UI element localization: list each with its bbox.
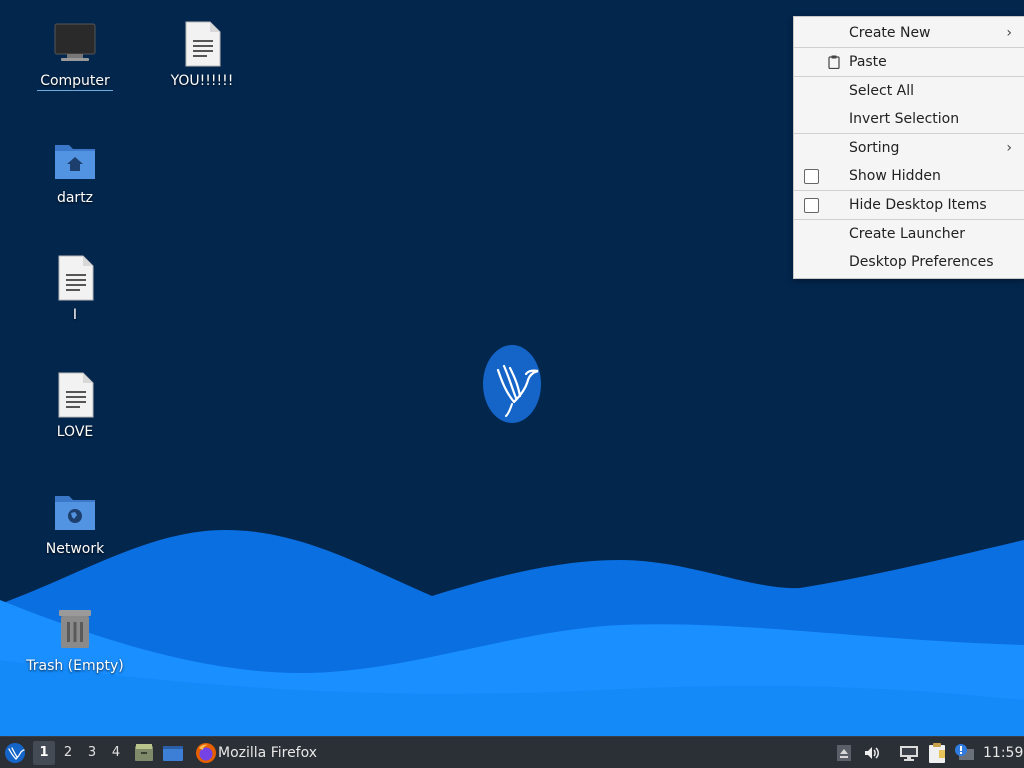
menu-item-create-launcher[interactable]: Create Launcher (794, 220, 1024, 248)
chevron-right-icon: › (1006, 25, 1012, 41)
volume-icon[interactable] (863, 744, 881, 762)
hide-desktop-items-checkbox[interactable] (804, 198, 819, 213)
menu-item-label: Show Hidden (849, 168, 941, 184)
firefox-icon (196, 743, 216, 763)
text-file-icon (185, 21, 221, 67)
menu-item-label: Invert Selection (849, 111, 960, 127)
desktop-icon-label: YOU!!!!!! (170, 73, 234, 89)
desktop-icon-computer[interactable]: Computer (20, 20, 130, 91)
menu-item-label: Sorting (849, 140, 900, 156)
network-folder-icon (55, 496, 95, 530)
taskbar: 1 2 3 4 Mozilla Firefox 11:59 (0, 736, 1024, 768)
menu-item-select-all[interactable]: Select All (794, 77, 1024, 105)
desktop-icon-network[interactable]: Network (20, 488, 130, 558)
text-file-icon (58, 372, 94, 418)
workspace-4-button[interactable]: 4 (105, 741, 127, 765)
home-folder-icon (55, 145, 95, 179)
clipboard-icon[interactable] (927, 742, 947, 764)
menu-item-hide-desktop-items[interactable]: Hide Desktop Items (794, 191, 1024, 219)
desktop-icon-label: I (72, 307, 78, 323)
taskbar-window-firefox[interactable]: Mozilla Firefox (192, 737, 332, 768)
show-desktop-icon[interactable] (162, 743, 184, 763)
menu-item-sorting[interactable]: Sorting › (794, 134, 1024, 162)
workspace-2-button[interactable]: 2 (57, 741, 79, 765)
menu-item-label: Hide Desktop Items (849, 197, 987, 213)
file-manager-icon[interactable] (134, 743, 154, 763)
network-icon[interactable] (899, 744, 919, 762)
menu-item-label: Paste (849, 54, 887, 70)
menu-item-create-new[interactable]: Create New › (794, 19, 1024, 47)
menu-item-label: Create New (849, 25, 931, 41)
menu-item-paste[interactable]: Paste (794, 48, 1024, 76)
clipboard-icon (828, 55, 840, 69)
menu-item-show-hidden[interactable]: Show Hidden (794, 162, 1024, 190)
desktop-context-menu: Create New › Paste Select All Invert Sel… (793, 16, 1024, 279)
workspace-1-button[interactable]: 1 (33, 741, 55, 765)
desktop-icon-label: Trash (Empty) (26, 658, 124, 674)
lubuntu-logo-icon (483, 345, 541, 423)
desktop-icon-you-file[interactable]: YOU!!!!!! (147, 20, 257, 90)
clock[interactable]: 11:59 (983, 737, 1023, 768)
menu-item-label: Create Launcher (849, 226, 966, 242)
desktop-icon-label: dartz (56, 190, 94, 206)
desktop-icon-trash[interactable]: Trash (Empty) (20, 605, 130, 675)
taskbar-window-title: Mozilla Firefox (218, 745, 318, 761)
desktop-icon-i-file[interactable]: I (20, 254, 130, 324)
menu-item-label: Select All (849, 83, 914, 99)
show-hidden-checkbox[interactable] (804, 169, 819, 184)
eject-icon[interactable] (836, 744, 852, 762)
menu-item-invert-selection[interactable]: Invert Selection (794, 105, 1024, 133)
desktop-icon-love-file[interactable]: LOVE (20, 371, 130, 441)
desktop-icon-home-folder[interactable]: dartz (20, 137, 130, 207)
computer-icon (54, 23, 96, 61)
trash-icon (59, 610, 91, 648)
menu-item-label: Desktop Preferences (849, 254, 994, 270)
text-file-icon (58, 255, 94, 301)
workspace-3-button[interactable]: 3 (81, 741, 103, 765)
desktop-icon-label: Network (45, 541, 105, 557)
update-notifier-icon[interactable] (953, 743, 975, 763)
chevron-right-icon: › (1006, 140, 1012, 156)
menu-item-desktop-preferences[interactable]: Desktop Preferences (794, 248, 1024, 276)
lubuntu-bird-icon[interactable] (4, 742, 26, 764)
desktop-icon-label: LOVE (56, 424, 94, 440)
desktop-icon-label: Computer (37, 72, 113, 91)
